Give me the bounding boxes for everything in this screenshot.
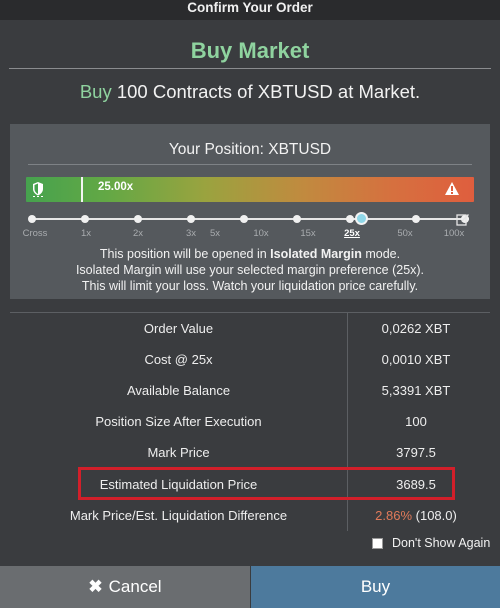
slider-stop[interactable] (240, 215, 248, 223)
leverage-bar: 25.00x (26, 177, 474, 202)
slider-tick-labels: Cross 1x 2x 3x 5x 10x 15x 25x 50x 100x (10, 228, 490, 240)
note-line: This position will be opened in Isolated… (99, 247, 401, 261)
slider-tick-label[interactable]: Cross (23, 228, 48, 239)
slider-tick-label[interactable]: 100x (444, 228, 465, 239)
row-label: Available Balance (126, 383, 231, 398)
note-line: Isolated Margin will use your selected m… (75, 263, 425, 277)
order-summary-text: 100 Contracts of XBTUSD at Market. (116, 81, 421, 102)
dialog-title: Confirm Your Order (0, 0, 500, 20)
row-value: 0,0262 XBT (381, 321, 451, 336)
slider-stop[interactable] (28, 215, 36, 223)
row-value: 100 (405, 414, 427, 429)
slider-stop[interactable] (81, 215, 89, 223)
leverage-slider[interactable] (28, 212, 469, 226)
row-label: Mark Price/Est. Liquidation Difference (69, 508, 288, 523)
order-summary: Buy 100 Contracts of XBTUSD at Market. (0, 81, 500, 103)
slider-stop[interactable] (134, 215, 142, 223)
row-value: 3797.5 (396, 445, 436, 460)
leverage-value: 25.00x (98, 181, 134, 193)
edit-icon[interactable] (456, 212, 470, 226)
table-row: Available Balance 5,3391 XBT (10, 375, 490, 406)
slider-stop[interactable] (187, 215, 195, 223)
position-divider (28, 164, 472, 165)
difference-amount: (108.0) (415, 508, 457, 523)
slider-tick-label-selected[interactable]: 25x (344, 228, 360, 239)
warning-icon (445, 182, 459, 195)
table-row: Cost @ 25x 0,0010 XBT (10, 344, 490, 375)
slider-tick-label[interactable]: 5x (210, 228, 220, 239)
difference-percent: 2.86% (375, 508, 413, 523)
table-row: Position Size After Execution 100 (10, 406, 490, 437)
close-icon: ✖ (88, 577, 103, 596)
slider-tick-label[interactable]: 3x (186, 228, 196, 239)
slider-stop[interactable] (293, 215, 301, 223)
cancel-button[interactable]: ✖ Cancel (0, 566, 250, 608)
slider-handle[interactable] (355, 212, 368, 225)
slider-tick-label[interactable]: 2x (133, 228, 143, 239)
row-value: 2.86% (108.0) (356, 500, 476, 531)
row-value: 0,0010 XBT (381, 352, 451, 367)
order-side: Buy (79, 81, 112, 102)
slider-track (32, 218, 469, 220)
dont-show-again-label[interactable]: Don't Show Again (392, 536, 490, 550)
position-panel: Your Position: XBTUSD 25.00x Cross 1x 2x… (10, 124, 490, 299)
liquidation-price-highlight (78, 467, 455, 500)
dont-show-again-checkbox[interactable] (372, 538, 383, 549)
slider-stop[interactable] (346, 215, 354, 223)
buy-button[interactable]: Buy (251, 566, 500, 608)
row-label: Position Size After Execution (95, 414, 262, 429)
cancel-label: Cancel (108, 577, 162, 596)
shield-icon (33, 182, 43, 197)
table-row: Mark Price/Est. Liquidation Difference 2… (10, 500, 490, 531)
leverage-marker (81, 177, 83, 202)
row-label: Mark Price (147, 445, 210, 460)
slider-tick-label[interactable]: 10x (253, 228, 268, 239)
row-value: 5,3391 XBT (381, 383, 451, 398)
row-label: Cost @ 25x (144, 352, 213, 367)
slider-tick-label[interactable]: 50x (397, 228, 412, 239)
heading-divider (9, 68, 491, 69)
position-title: Your Position: XBTUSD (168, 141, 332, 158)
table-row: Order Value 0,0262 XBT (10, 313, 490, 344)
note-line: This will limit your loss. Watch your li… (81, 279, 419, 293)
slider-tick-label[interactable]: 1x (81, 228, 91, 239)
slider-tick-label[interactable]: 15x (300, 228, 315, 239)
slider-stop[interactable] (412, 215, 420, 223)
table-row: Mark Price 3797.5 (10, 437, 490, 468)
row-label: Order Value (143, 321, 214, 336)
margin-mode-note: This position will be opened in Isolated… (30, 246, 470, 294)
order-heading: Buy Market (190, 38, 310, 63)
margin-mode-name: Isolated Margin (270, 247, 362, 261)
